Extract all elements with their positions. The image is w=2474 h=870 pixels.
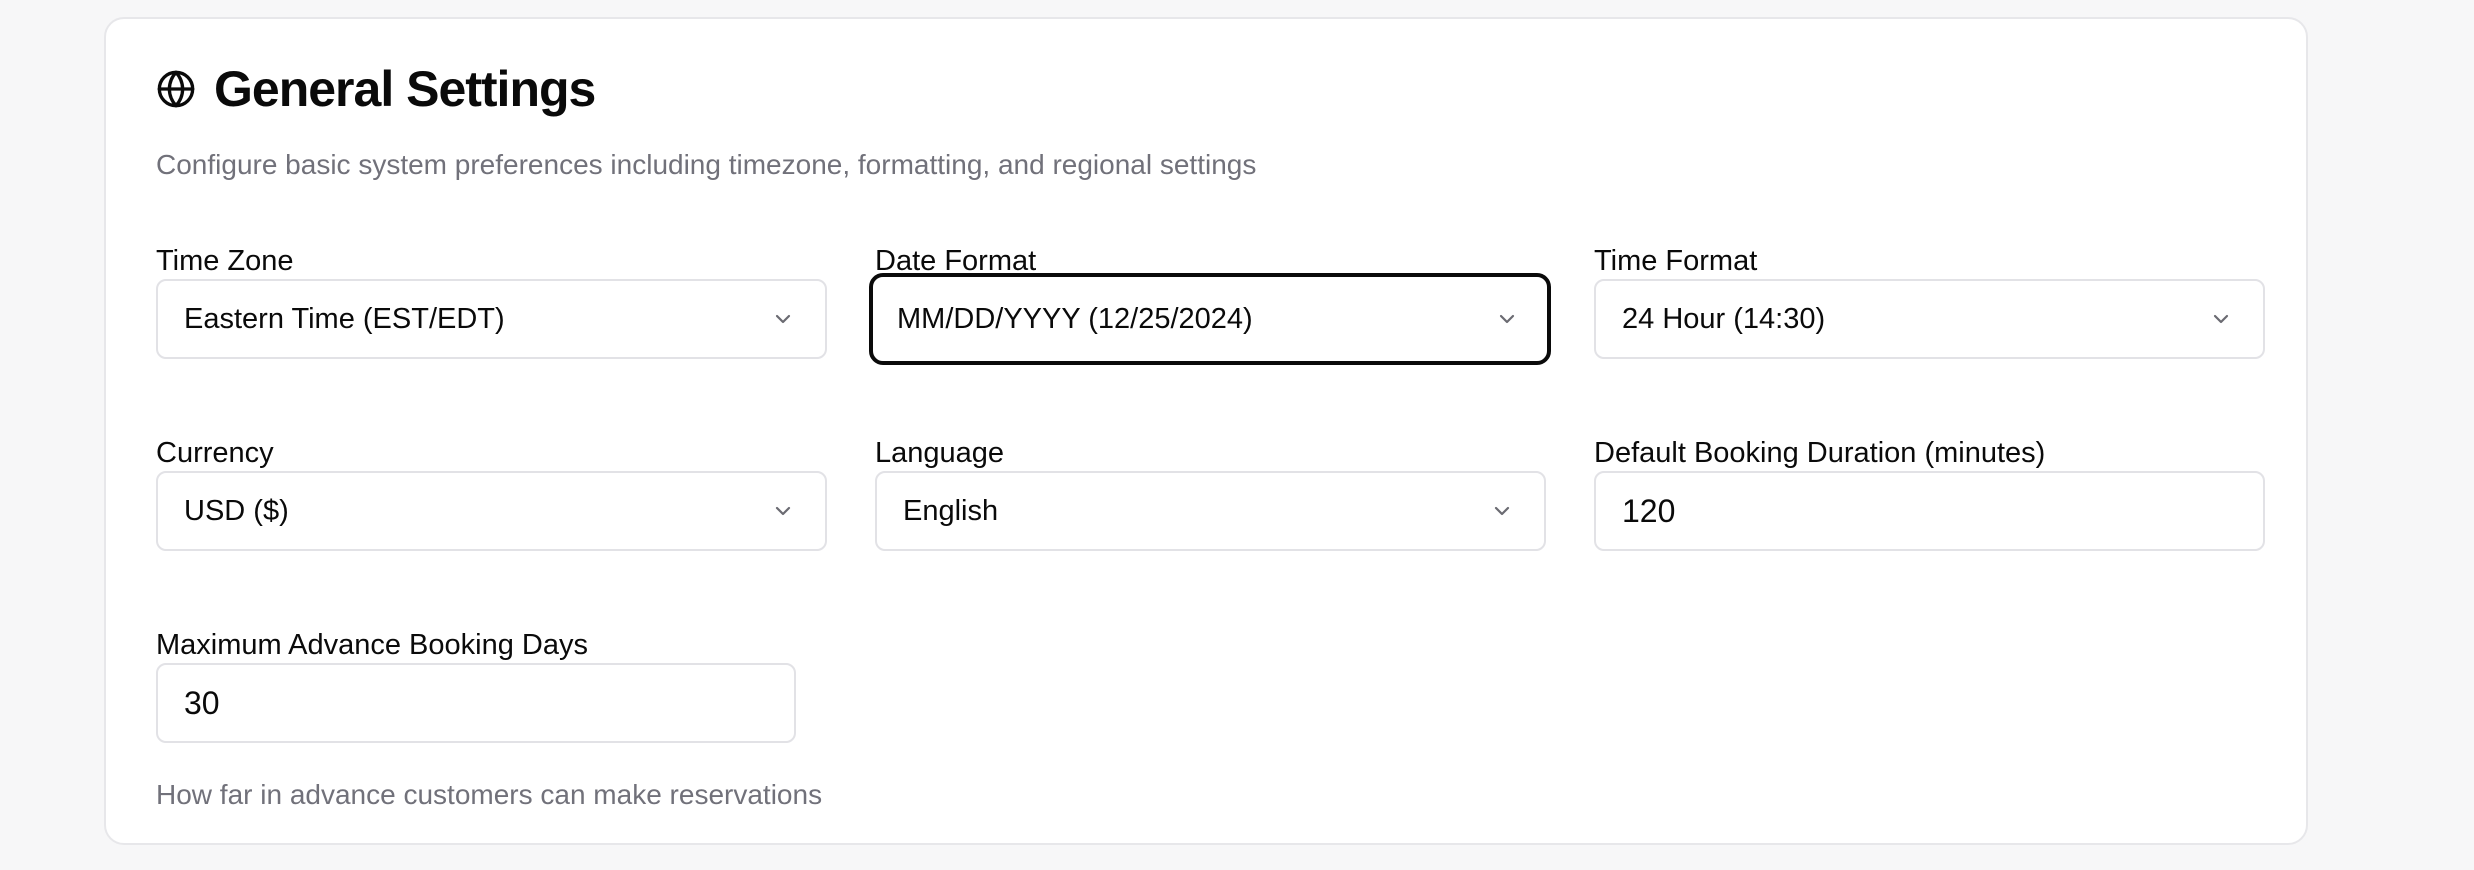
section-title: General Settings — [214, 61, 596, 117]
time-format-select[interactable]: 24 Hour (14:30) — [1594, 279, 2265, 359]
time-format-value: 24 Hour (14:30) — [1622, 302, 1826, 335]
currency-label: Currency — [156, 437, 274, 469]
language-value: English — [903, 494, 999, 527]
max-advance-booking-days-input[interactable]: 30 — [156, 663, 796, 743]
date-format-select[interactable]: MM/DD/YYYY (12/25/2024) — [869, 273, 1551, 365]
section-header: General Settings — [156, 61, 596, 117]
chevron-down-icon — [771, 499, 795, 523]
default-booking-duration-input[interactable]: 120 — [1594, 471, 2265, 551]
chevron-down-icon — [1490, 499, 1514, 523]
max-advance-booking-days-helper: How far in advance customers can make re… — [156, 779, 823, 810]
currency-value: USD ($) — [184, 494, 289, 527]
time-zone-label: Time Zone — [156, 245, 294, 277]
globe-icon — [156, 69, 196, 109]
chevron-down-icon — [1495, 307, 1519, 331]
time-format-label: Time Format — [1594, 245, 1758, 277]
chevron-down-icon — [771, 307, 795, 331]
max-advance-booking-days-label: Maximum Advance Booking Days — [156, 629, 588, 661]
currency-select[interactable]: USD ($) — [156, 471, 827, 551]
default-booking-duration-label: Default Booking Duration (minutes) — [1594, 437, 2046, 469]
general-settings-card: General Settings Configure basic system … — [104, 17, 2308, 845]
section-description: Configure basic system preferences inclu… — [156, 149, 1257, 180]
time-zone-select[interactable]: Eastern Time (EST/EDT) — [156, 279, 827, 359]
chevron-down-icon — [2209, 307, 2233, 331]
date-format-value: MM/DD/YYYY (12/25/2024) — [897, 302, 1253, 335]
time-zone-value: Eastern Time (EST/EDT) — [184, 302, 505, 335]
language-label: Language — [875, 437, 1005, 469]
language-select[interactable]: English — [875, 471, 1546, 551]
max-advance-booking-days-value: 30 — [184, 684, 220, 721]
default-booking-duration-value: 120 — [1622, 492, 1676, 529]
